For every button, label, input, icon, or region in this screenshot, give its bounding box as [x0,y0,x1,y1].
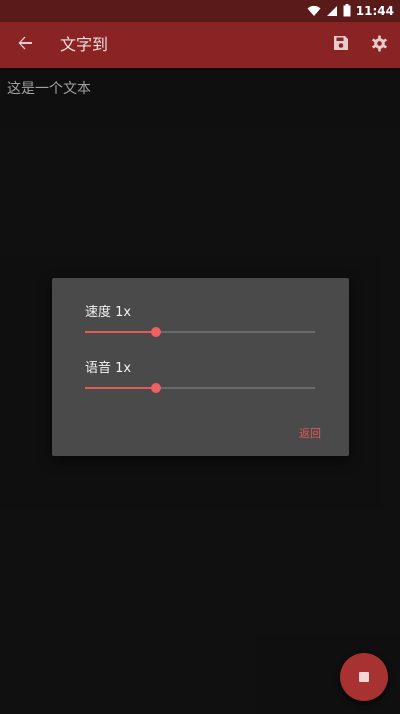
arrow-left-icon [17,35,33,55]
stop-button[interactable] [340,653,388,701]
speed-label-text: 速度 [85,305,112,320]
stop-icon [359,672,369,682]
save-button[interactable] [330,34,352,56]
wifi-icon [307,2,321,21]
save-icon [333,35,349,55]
pitch-slider-thumb[interactable] [151,383,162,393]
speed-slider[interactable] [85,325,315,339]
signal-icon [326,2,338,21]
status-time: 11:44 [355,4,394,18]
pitch-slider[interactable] [85,381,315,395]
dialog-back-button[interactable]: 返回 [299,425,321,441]
speed-slider-fill [85,331,157,333]
battery-icon [343,2,351,21]
status-bar: 11:44 [0,0,400,22]
pitch-value: 1x [115,361,132,376]
speed-label: 速度 1x [85,301,131,320]
status-icons: 11:44 [307,3,394,19]
pitch-label: 语音 1x [85,357,131,376]
speed-slider-thumb[interactable] [151,327,162,337]
settings-button[interactable] [368,34,390,56]
gear-icon [371,35,388,56]
back-button[interactable] [14,34,36,56]
app-toolbar: 文字到 [0,22,400,68]
speed-value: 1x [115,305,132,320]
speech-settings-dialog: 速度 1x 语音 1x 返回 [52,278,349,456]
pitch-slider-fill [85,387,157,389]
pitch-label-text: 语音 [85,361,112,376]
page-title: 文字到 [60,35,109,54]
